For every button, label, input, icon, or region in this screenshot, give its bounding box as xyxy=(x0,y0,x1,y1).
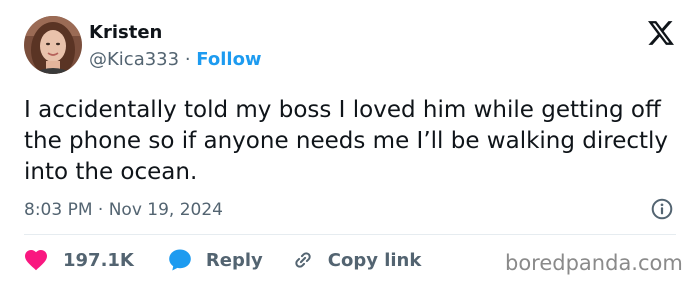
speech-bubble-icon xyxy=(169,249,191,271)
heart-icon xyxy=(25,250,47,271)
divider xyxy=(24,234,676,235)
x-logo-icon[interactable] xyxy=(648,21,674,45)
reply-label: Reply xyxy=(205,249,263,271)
author-name[interactable]: Kristen xyxy=(89,22,162,44)
copy-link-button[interactable]: Copy link xyxy=(291,248,422,272)
tweet-card: Kristen @Kica333 · Follow I accidentally… xyxy=(0,0,700,287)
like-count: 197.1K xyxy=(63,249,134,271)
copy-link-label: Copy link xyxy=(327,249,422,271)
author-handle[interactable]: @Kica333 xyxy=(89,49,179,70)
watermark: boredpanda.com xyxy=(505,251,683,275)
like-button[interactable]: 197.1K xyxy=(24,249,134,271)
avatar-image xyxy=(24,16,82,74)
tweet-timestamp[interactable]: 8:03 PM · Nov 19, 2024 xyxy=(24,199,223,221)
avatar[interactable] xyxy=(24,16,82,74)
follow-button[interactable]: Follow xyxy=(196,49,261,70)
info-icon[interactable] xyxy=(651,198,673,220)
link-icon xyxy=(295,252,311,268)
action-bar: 197.1K Reply Copy link xyxy=(24,247,421,273)
author-handle-row: @Kica333 · Follow xyxy=(89,49,262,71)
reply-button[interactable]: Reply xyxy=(168,248,263,272)
handle-separator: · xyxy=(184,49,191,70)
tweet-text: I accidentally told my boss I loved him … xyxy=(24,97,669,185)
